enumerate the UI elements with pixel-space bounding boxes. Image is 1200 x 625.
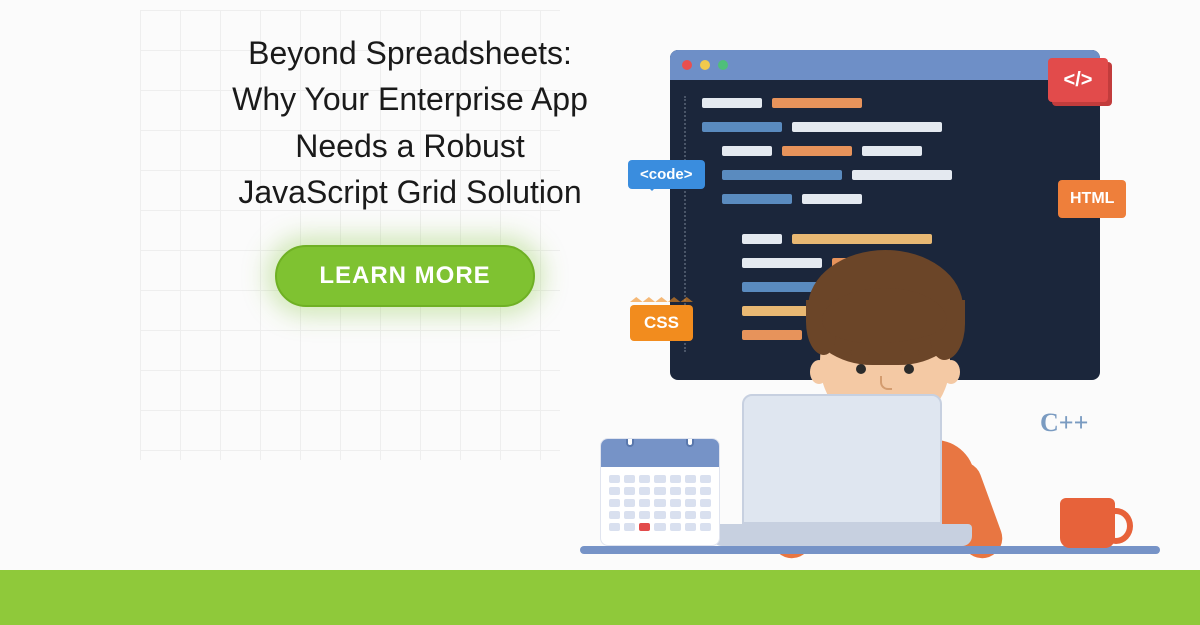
html-badge: HTML	[1058, 180, 1126, 218]
css-label: CSS	[644, 313, 679, 332]
eye-right	[904, 364, 914, 374]
brow-left	[850, 350, 870, 355]
headline-line-2: Why Your Enterprise App	[200, 76, 620, 122]
learn-more-button[interactable]: LEARN MORE	[275, 245, 535, 307]
calendar-today-marker	[639, 523, 650, 531]
calendar-grid	[601, 467, 719, 539]
calendar-ring	[626, 438, 634, 447]
window-titlebar	[670, 50, 1100, 80]
headline: Beyond Spreadsheets: Why Your Enterprise…	[200, 30, 620, 216]
learn-more-label: LEARN MORE	[319, 262, 490, 290]
eye-left	[856, 364, 866, 374]
css-badge: CSS	[630, 305, 693, 341]
minimize-dot-icon	[700, 60, 710, 70]
calendar-header	[601, 439, 719, 467]
footer-bar	[0, 570, 1200, 625]
close-dot-icon	[682, 60, 692, 70]
maximize-dot-icon	[718, 60, 728, 70]
html-label: HTML	[1070, 190, 1114, 207]
headline-line-3: Needs a Robust	[200, 123, 620, 169]
laptop	[712, 444, 972, 554]
laptop-screen	[742, 394, 942, 524]
code-tag-badge: <code>	[628, 160, 705, 189]
calendar-ring	[686, 438, 694, 447]
code-slash-badge: </>	[1048, 58, 1108, 102]
coffee-mug-icon	[1060, 498, 1115, 548]
developer-illustration: </> <code> HTML CSS C++	[560, 50, 1180, 570]
code-tag-label: <code>	[640, 166, 693, 183]
headline-line-4: JavaScript Grid Solution	[200, 169, 620, 215]
brow-right	[900, 350, 920, 355]
nose	[880, 376, 892, 390]
cpp-label: C++	[1040, 408, 1088, 438]
headline-line-1: Beyond Spreadsheets:	[200, 30, 620, 76]
calendar-icon	[600, 438, 720, 546]
code-slash-icon: </>	[1064, 69, 1093, 92]
laptop-base	[712, 524, 972, 546]
